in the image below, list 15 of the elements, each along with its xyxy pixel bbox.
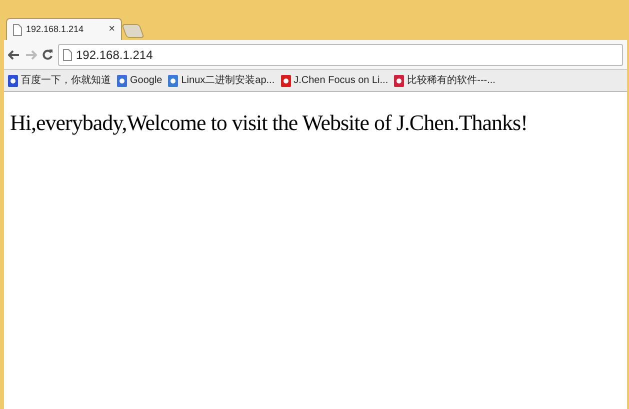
- back-icon[interactable]: [8, 50, 20, 60]
- url-text: 192.168.1.214: [76, 46, 153, 64]
- page-text: Hi,everybady,Welcome to visit the Website of J.Chen.Thanks!: [10, 109, 528, 137]
- page-icon: [63, 48, 72, 60]
- address-bar[interactable]: 192.168.1.214: [58, 44, 623, 66]
- browser-tab[interactable]: 192.168.1.214 ×: [6, 18, 122, 40]
- close-button[interactable]: ×: [108, 24, 115, 35]
- bookmark[interactable]: 百度一下，你就知道: [8, 73, 111, 88]
- tab-title: 192.168.1.214: [26, 22, 85, 36]
- bookmark[interactable]: Google: [117, 73, 162, 88]
- bookmark[interactable]: 比较稀有的软件---...: [394, 73, 496, 88]
- bookmark[interactable]: Linux二进制安装ap...: [168, 73, 275, 88]
- page-icon: [13, 24, 22, 36]
- reload-icon[interactable]: [42, 49, 53, 60]
- bookmark[interactable]: J.Chen Focus on Li...: [280, 73, 388, 88]
